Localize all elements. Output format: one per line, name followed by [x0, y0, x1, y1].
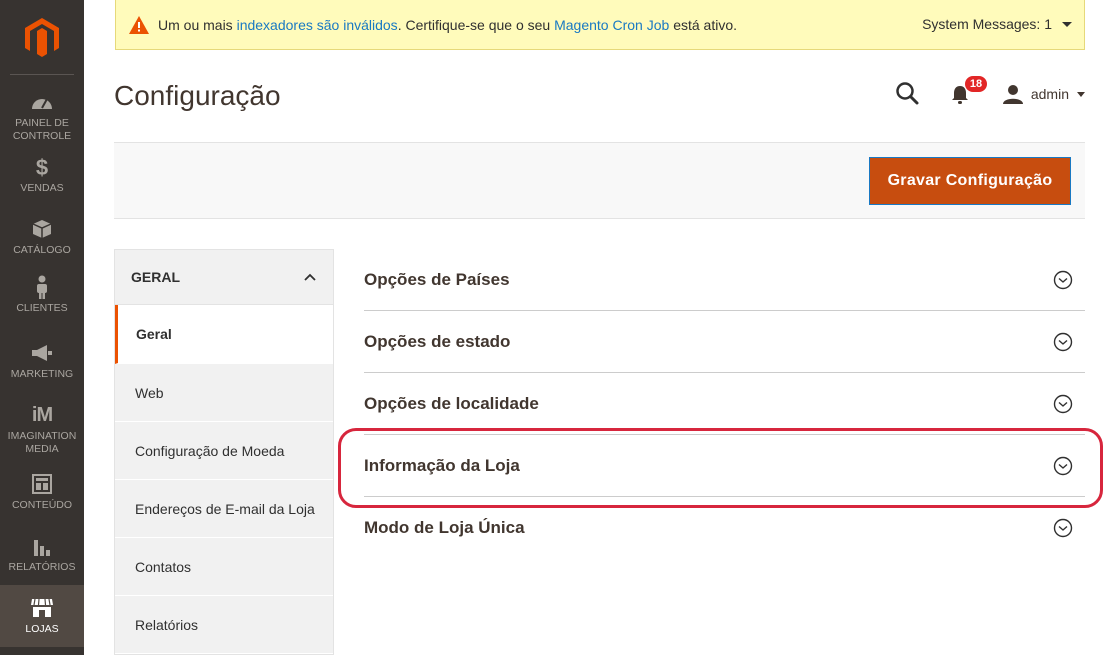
section-title: Opções de estado — [364, 331, 511, 351]
sidebar-item-dashboard[interactable]: PAINEL DE CONTROLE — [0, 90, 84, 143]
chevron-down-icon — [1053, 270, 1073, 289]
sidebar-item-catalog[interactable]: CATÁLOGO — [0, 217, 84, 257]
layout-icon — [30, 472, 54, 496]
sidebar-item-label: CONTEÚDO — [11, 499, 73, 511]
sidebar-item-label: PAINEL DE CONTROLE — [12, 117, 72, 142]
page-actions-bar: Gravar Configuração — [114, 142, 1085, 219]
section-title: Opções de localidade — [364, 393, 539, 413]
admin-sidebar: PAINEL DE CONTROLE $ VENDAS CATÁLOGO CLI… — [0, 0, 84, 655]
chevron-down-icon — [1053, 518, 1073, 538]
bar-chart-icon — [30, 534, 54, 558]
sidebar-item-label: RELATÓRIOS — [8, 561, 76, 573]
system-message-bar: Um ou mais indexadores são inválidos. Ce… — [115, 0, 1085, 50]
megaphone-icon — [30, 341, 54, 365]
notifications-button[interactable]: 18 — [951, 76, 988, 107]
section-state-options[interactable]: Opções de estado — [364, 311, 1085, 373]
section-title: Informação da Loja — [364, 455, 520, 475]
sidebar-item-label: LOJAS — [25, 623, 59, 635]
section-store-information[interactable]: Informação da Loja — [364, 435, 1085, 497]
chevron-down-icon — [1053, 456, 1073, 475]
system-messages-counter: System Messages: 1 — [922, 16, 1052, 32]
sidebar-item-imagination-media[interactable]: iM IMAGINATION MEDIA — [0, 403, 84, 456]
header-actions: 18 admin — [895, 76, 1085, 108]
config-nav-group-general[interactable]: GERAL — [115, 250, 333, 305]
sidebar-item-label: VENDAS — [20, 182, 64, 194]
magento-admin: PAINEL DE CONTROLE $ VENDAS CATÁLOGO CLI… — [0, 0, 1119, 655]
system-message-text-1: Um ou mais — [158, 16, 233, 33]
dashboard-icon — [30, 90, 54, 114]
system-message-text-3: está ativo. — [673, 16, 738, 33]
magento-logo[interactable] — [0, 0, 84, 76]
sidebar-item-marketing[interactable]: MARKETING — [0, 341, 84, 381]
sidebar-divider — [10, 74, 74, 75]
user-icon — [1002, 85, 1023, 104]
page-title: Configuração — [114, 80, 281, 111]
box-icon — [30, 217, 54, 241]
config-nav-item-currency[interactable]: Configuração de Moeda — [115, 422, 333, 480]
user-name: admin — [1030, 86, 1069, 102]
user-menu[interactable]: admin — [1002, 84, 1085, 104]
sidebar-item-label: CATÁLOGO — [13, 244, 71, 256]
indexers-invalid-link[interactable]: indexadores são inválidos — [237, 17, 398, 33]
warning-icon — [129, 15, 149, 34]
section-country-options[interactable]: Opções de Países — [364, 249, 1085, 311]
cron-job-link[interactable]: Magento Cron Job — [554, 17, 669, 33]
config-nav: GERAL Geral Web Configuração de Moeda En… — [114, 249, 334, 655]
config-nav-item-general[interactable]: Geral — [115, 305, 333, 364]
store-icon — [30, 596, 54, 620]
section-single-store-mode[interactable]: Modo de Loja Única — [364, 497, 1085, 559]
dollar-icon: $ — [35, 154, 49, 180]
config-nav-item-web[interactable]: Web — [115, 364, 333, 422]
config-sections: Opções de Países Opções de estado Opções… — [364, 249, 1085, 559]
search-icon[interactable] — [895, 81, 921, 107]
sidebar-item-label: CLIENTES — [16, 302, 68, 314]
system-message-text-2: . Certifique-se que o seu — [397, 16, 551, 33]
sidebar-item-content[interactable]: CONTEÚDO — [0, 472, 84, 512]
system-messages-toggle[interactable]: System Messages: 1 — [922, 0, 1072, 48]
sidebar-item-stores[interactable]: LOJAS — [0, 585, 84, 647]
sidebar-item-reports[interactable]: RELATÓRIOS — [0, 534, 84, 574]
sidebar-item-customers[interactable]: CLIENTES — [0, 275, 84, 315]
sidebar-item-label: MARKETING — [10, 368, 74, 380]
person-icon — [30, 275, 54, 299]
chevron-down-icon — [1077, 91, 1085, 97]
notifications-badge: 18 — [964, 76, 988, 92]
chevron-down-icon — [1062, 21, 1072, 27]
config-nav-group-title: GERAL — [131, 269, 180, 285]
im-logo-icon: iM — [31, 403, 53, 426]
section-locale-options[interactable]: Opções de localidade — [364, 373, 1085, 435]
chevron-up-icon — [304, 273, 316, 281]
sidebar-item-label: IMAGINATION MEDIA — [7, 430, 77, 455]
sidebar-item-sales[interactable]: $ VENDAS — [0, 155, 84, 195]
chevron-down-icon — [1053, 394, 1073, 413]
chevron-down-icon — [1053, 332, 1073, 351]
save-config-button[interactable]: Gravar Configuração — [869, 157, 1071, 205]
config-nav-item-contacts[interactable]: Contatos — [115, 538, 333, 596]
section-title: Opções de Países — [364, 269, 510, 289]
magento-logo-icon — [25, 18, 59, 57]
config-nav-item-store-email[interactable]: Endereços de E-mail da Loja — [115, 480, 333, 538]
config-nav-item-reports[interactable]: Relatórios — [115, 596, 333, 654]
section-title: Modo de Loja Única — [364, 518, 525, 537]
